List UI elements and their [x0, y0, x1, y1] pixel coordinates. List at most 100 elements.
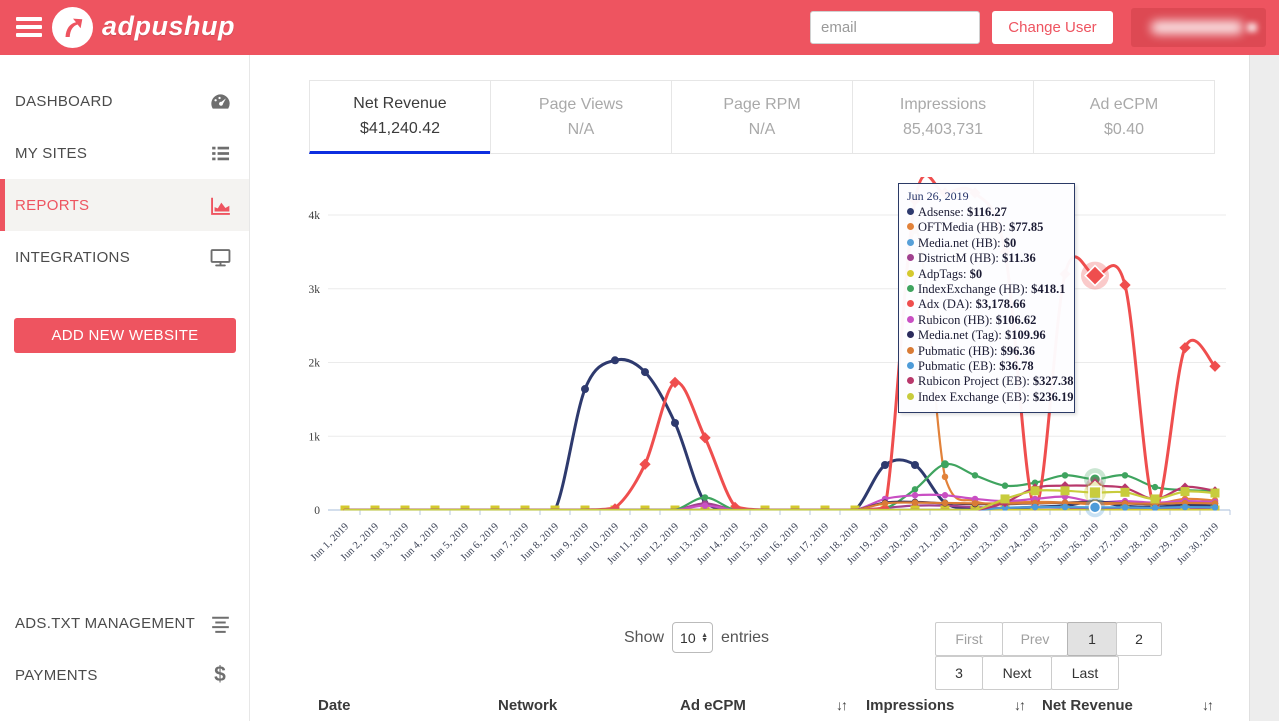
- tab-label: Page RPM: [723, 96, 800, 114]
- tab-page-rpm[interactable]: Page RPM N/A: [671, 80, 853, 154]
- add-new-website-button[interactable]: ADD NEW WEBSITE: [14, 318, 236, 353]
- chart-tooltip: Jun 26, 2019 Adsense: $116.27OFTMedia (H…: [898, 183, 1075, 413]
- tooltip-row: Rubicon Project (EB): $327.38: [907, 374, 1066, 389]
- tab-value: $0.40: [1104, 121, 1144, 139]
- sort-icon[interactable]: ↓↑: [836, 697, 846, 713]
- sidebar-nav: DASHBOARD MY SITES REPORTS INTEGRATIONS: [0, 75, 249, 283]
- series-dot-icon: [907, 285, 914, 292]
- tooltip-row: Pubmatic (HB): $96.36: [907, 344, 1066, 359]
- series-dot-icon: [907, 300, 914, 307]
- sidebar-item-my-sites[interactable]: MY SITES: [0, 127, 249, 179]
- tooltip-row: Pubmatic (EB): $36.78: [907, 359, 1066, 374]
- sidebar-item-label: ADS.TXT MANAGEMENT: [15, 615, 195, 632]
- series-dot-icon: [907, 239, 914, 246]
- tab-ad-ecpm[interactable]: Ad eCPM $0.40: [1033, 80, 1215, 154]
- entries-select-value: 10: [680, 630, 696, 646]
- monitor-icon: [207, 244, 233, 270]
- page-button-1[interactable]: 1: [1067, 622, 1117, 656]
- pagination-row-2: 3NextLast: [936, 656, 1176, 690]
- tooltip-date: Jun 26, 2019: [907, 189, 1066, 204]
- column-label: Network: [498, 697, 557, 714]
- tooltip-rows: Adsense: $116.27OFTMedia (HB): $77.85Med…: [907, 205, 1066, 405]
- select-spinner-icon: ▲▼: [701, 633, 708, 643]
- tab-label: Net Revenue: [353, 95, 446, 113]
- tooltip-row: AdpTags: $0: [907, 267, 1066, 282]
- brand-wordmark: adpushup: [102, 11, 235, 42]
- column-label: Ad eCPM: [680, 697, 746, 714]
- tab-value: N/A: [568, 121, 595, 139]
- sidebar-item-label: INTEGRATIONS: [15, 249, 130, 266]
- series-dot-icon: [907, 270, 914, 277]
- page-button-3[interactable]: 3: [935, 656, 983, 690]
- page-button-first[interactable]: First: [935, 622, 1003, 656]
- sidebar-item-label: PAYMENTS: [15, 667, 98, 684]
- tab-label: Page Views: [539, 96, 623, 114]
- column-label: Net Revenue: [1042, 697, 1133, 714]
- user-greeting-button-redacted[interactable]: [1131, 8, 1266, 47]
- tab-value: N/A: [749, 121, 776, 139]
- column-header-network: Network: [498, 697, 648, 714]
- svg-text:3k: 3k: [309, 284, 321, 296]
- tab-page-views[interactable]: Page Views N/A: [490, 80, 672, 154]
- page-button-last[interactable]: Last: [1051, 656, 1119, 690]
- column-header-date: Date: [318, 697, 468, 714]
- tab-label: Impressions: [900, 96, 986, 114]
- dollar-icon: $: [207, 662, 233, 688]
- gauge-icon: [207, 88, 233, 114]
- series-dot-icon: [907, 254, 914, 261]
- series-dot-icon: [907, 393, 914, 400]
- sidebar-item-reports[interactable]: REPORTS: [0, 179, 249, 231]
- tooltip-row: DistrictM (HB): $11.36: [907, 251, 1066, 266]
- sidebar-item-label: REPORTS: [15, 197, 89, 214]
- tooltip-row: Index Exchange (EB): $236.19: [907, 390, 1066, 405]
- page-button-2[interactable]: 2: [1116, 622, 1162, 656]
- series-dot-icon: [907, 331, 914, 338]
- svg-text:2k: 2k: [309, 358, 321, 370]
- entries-select[interactable]: 10 ▲▼: [672, 622, 713, 653]
- page-button-prev[interactable]: Prev: [1002, 622, 1068, 656]
- sidebar-item-label: MY SITES: [15, 145, 87, 162]
- sort-icon[interactable]: ↓↑: [1014, 697, 1024, 713]
- sidebar-item-dashboard[interactable]: DASHBOARD: [0, 75, 249, 127]
- change-user-button[interactable]: Change User: [992, 11, 1113, 44]
- sidebar-item-integrations[interactable]: INTEGRATIONS: [0, 231, 249, 283]
- hamburger-menu-icon[interactable]: [16, 17, 42, 37]
- series-dot-icon: [907, 208, 914, 215]
- sidebar-item-label: DASHBOARD: [15, 93, 113, 110]
- tooltip-row: Rubicon (HB): $106.62: [907, 313, 1066, 328]
- svg-text:0: 0: [314, 505, 320, 517]
- tab-impressions[interactable]: Impressions 85,403,731: [852, 80, 1034, 154]
- app-header: adpushup Change User: [0, 0, 1279, 55]
- series-dot-icon: [907, 223, 914, 230]
- tooltip-row: Adsense: $116.27: [907, 205, 1066, 220]
- sidebar: DASHBOARD MY SITES REPORTS INTEGRATIONS ADD…: [0, 55, 250, 721]
- scrollbar-track[interactable]: [1249, 55, 1279, 721]
- column-header-impressions[interactable]: Impressions↓↑: [866, 697, 1024, 714]
- tab-value: 85,403,731: [903, 121, 983, 139]
- chart-svg: 01k2k3k4kJun 1, 2019Jun 2, 2019Jun 3, 20…: [290, 175, 1248, 601]
- tooltip-row: Media.net (Tag): $109.96: [907, 328, 1066, 343]
- series-dot-icon: [907, 347, 914, 354]
- revenue-line-chart[interactable]: 01k2k3k4kJun 1, 2019Jun 2, 2019Jun 3, 20…: [290, 175, 1248, 601]
- page-button-next[interactable]: Next: [982, 656, 1052, 690]
- tooltip-row: Media.net (HB): $0: [907, 236, 1066, 251]
- column-header-ad-ecpm[interactable]: Ad eCPM ↓↑: [680, 697, 846, 714]
- column-header-net-revenue[interactable]: Net Revenue ↓↑: [1042, 697, 1212, 714]
- sidebar-item-payments[interactable]: PAYMENTS $: [0, 649, 249, 701]
- column-label: Date: [318, 697, 351, 714]
- tooltip-row: IndexExchange (HB): $418.1: [907, 282, 1066, 297]
- tab-net-revenue[interactable]: Net Revenue $41,240.42: [309, 80, 491, 154]
- email-input[interactable]: [810, 11, 980, 44]
- series-dot-icon: [907, 316, 914, 323]
- sidebar-bottom-nav: ADS.TXT MANAGEMENT PAYMENTS $: [0, 597, 249, 701]
- show-entries-control: Show 10 ▲▼ entries: [624, 622, 769, 653]
- pagination-row-1: FirstPrev12: [936, 622, 1176, 656]
- tab-value: $41,240.42: [360, 120, 440, 138]
- sidebar-item-ads-txt-management[interactable]: ADS.TXT MANAGEMENT: [0, 597, 249, 649]
- pagination: FirstPrev12 3NextLast: [936, 622, 1176, 690]
- list-icon: [207, 140, 233, 166]
- area-chart-icon: [207, 192, 233, 218]
- sort-icon[interactable]: ↓↑: [1202, 697, 1212, 713]
- series-dot-icon: [907, 362, 914, 369]
- tab-label: Ad eCPM: [1090, 96, 1158, 114]
